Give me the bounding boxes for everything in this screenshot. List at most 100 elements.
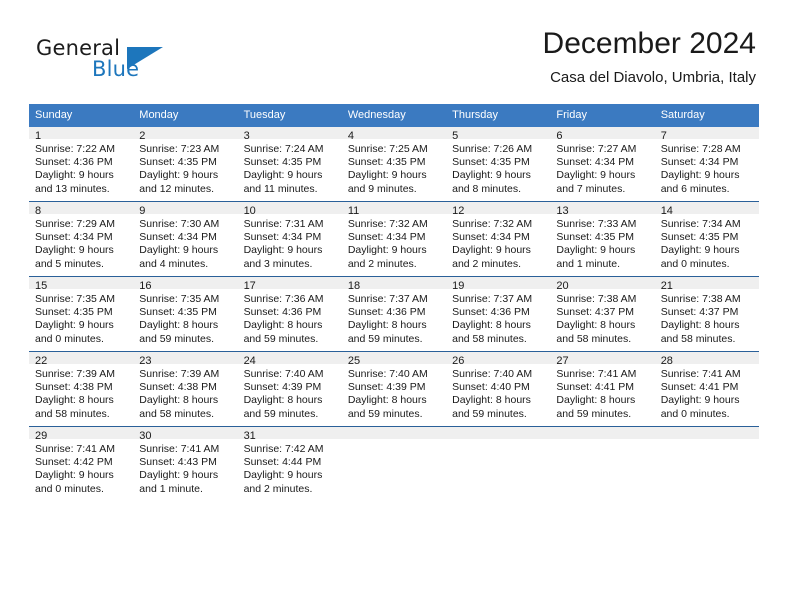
day-number: 18	[341, 277, 447, 292]
day-cell-content: 27 Sunrise: 7:41 AM Sunset: 4:41 PM Dayligh…	[550, 352, 655, 426]
day-number: 4	[341, 127, 447, 142]
daylight-line-2: and 58 minutes.	[35, 407, 110, 420]
day-number: 3	[237, 127, 342, 142]
sunrise-time: Sunrise: 7:34 AM	[660, 218, 741, 230]
daylight-line-2: and 5 minutes.	[35, 257, 104, 270]
generalblue-logo[interactable]: General Blue	[36, 36, 256, 86]
day-number: 10	[237, 202, 342, 217]
calendar-day-cell[interactable]: 21 Sunrise: 7:38 AM Sunset: 4:37 PM Dayligh…	[654, 276, 759, 352]
daylight-line-1: Daylight: 8 hours	[243, 319, 323, 332]
day-number: 13	[550, 202, 655, 217]
day-cell-content: 9 Sunrise: 7:30 AM Sunset: 4:34 PM Daylight…	[133, 202, 238, 276]
sunrise-time: Sunrise: 7:41 AM	[139, 443, 220, 455]
sunset-time: Sunset: 4:44 PM	[243, 456, 322, 469]
calendar-day-cell[interactable]: 11 Sunrise: 7:32 AM Sunset: 4:34 PM Dayligh…	[341, 201, 447, 277]
sunrise-time: Sunrise: 7:42 AM	[243, 443, 324, 455]
daylight-line-2: and 0 minutes.	[35, 482, 104, 495]
day-cell-content: 10 Sunrise: 7:31 AM Sunset: 4:34 PM Dayligh…	[237, 202, 342, 276]
sunset-time: Sunset: 4:34 PM	[347, 231, 426, 244]
daylight-line-2: and 8 minutes.	[452, 182, 522, 195]
calendar-day-cell[interactable]: 14 Sunrise: 7:34 AM Sunset: 4:35 PM Dayligh…	[654, 201, 759, 277]
day-cell-content: 6 Sunrise: 7:27 AM Sunset: 4:34 PM Daylight…	[550, 127, 655, 201]
calendar-day-cell[interactable]: 27 Sunrise: 7:41 AM Sunset: 4:41 PM Dayligh…	[550, 351, 655, 427]
day-cell-content: 26 Sunrise: 7:40 AM Sunset: 4:40 PM Dayligh…	[446, 352, 551, 426]
day-details: Sunrise: 7:40 AM Sunset: 4:39 PM Daylight:…	[342, 364, 446, 431]
sunrise-time: Sunrise: 7:37 AM	[452, 293, 533, 305]
daylight-line-2: and 13 minutes.	[35, 182, 110, 195]
weekday-header-wednesday: Wednesday	[341, 104, 447, 127]
day-details: Sunrise: 7:41 AM Sunset: 4:41 PM Daylight:…	[550, 364, 654, 431]
daylight-line-1: Daylight: 9 hours	[556, 169, 636, 182]
day-number: 1	[29, 127, 134, 142]
calendar-day-cell[interactable]: 26 Sunrise: 7:40 AM Sunset: 4:40 PM Dayligh…	[446, 351, 551, 427]
calendar-body: 1 Sunrise: 7:22 AM Sunset: 4:36 PM Daylight…	[29, 127, 759, 501]
day-number: 8	[29, 202, 134, 217]
calendar-day-cell[interactable]: 3 Sunrise: 7:24 AM Sunset: 4:35 PM Daylight…	[237, 127, 342, 202]
day-details: Sunrise: 7:27 AM Sunset: 4:34 PM Daylight:…	[550, 139, 654, 206]
daylight-line-2: and 59 minutes.	[556, 407, 632, 420]
daylight-line-1: Daylight: 9 hours	[243, 244, 323, 257]
calendar-day-cell[interactable]: 18 Sunrise: 7:37 AM Sunset: 4:36 PM Dayligh…	[341, 276, 447, 352]
day-details: Sunrise: 7:37 AM Sunset: 4:36 PM Daylight:…	[446, 289, 550, 356]
calendar-day-cell[interactable]: 30 Sunrise: 7:41 AM Sunset: 4:43 PM Dayligh…	[133, 426, 238, 501]
calendar-day-cell[interactable]: 16 Sunrise: 7:35 AM Sunset: 4:35 PM Dayligh…	[133, 276, 238, 352]
weekday-header-sunday: Sunday	[29, 104, 134, 127]
calendar-day-cell[interactable]: 1 Sunrise: 7:22 AM Sunset: 4:36 PM Daylight…	[29, 127, 134, 202]
calendar-day-cell[interactable]: 20 Sunrise: 7:38 AM Sunset: 4:37 PM Dayligh…	[550, 276, 655, 352]
day-cell-content: 24 Sunrise: 7:40 AM Sunset: 4:39 PM Dayligh…	[237, 352, 342, 426]
weekday-header-thursday: Thursday	[446, 104, 551, 127]
calendar-day-cell[interactable]: 12 Sunrise: 7:32 AM Sunset: 4:34 PM Dayligh…	[446, 201, 551, 277]
calendar-day-cell[interactable]: 10 Sunrise: 7:31 AM Sunset: 4:34 PM Dayligh…	[237, 201, 342, 277]
daylight-line-2: and 58 minutes.	[452, 332, 527, 345]
calendar-day-cell[interactable]: 4 Sunrise: 7:25 AM Sunset: 4:35 PM Daylight…	[341, 127, 447, 202]
day-number: 26	[446, 352, 551, 367]
calendar-week-row: 29 Sunrise: 7:41 AM Sunset: 4:42 PM Dayligh…	[29, 426, 759, 501]
calendar-day-cell[interactable]: 28 Sunrise: 7:41 AM Sunset: 4:41 PM Dayligh…	[654, 351, 759, 427]
day-number: 14	[654, 202, 759, 217]
calendar-day-cell[interactable]: 9 Sunrise: 7:30 AM Sunset: 4:34 PM Daylight…	[133, 201, 238, 277]
day-details: Sunrise: 7:26 AM Sunset: 4:35 PM Daylight:…	[446, 139, 550, 206]
day-details	[655, 439, 759, 453]
daylight-line-2: and 2 minutes.	[347, 257, 417, 270]
calendar-day-cell[interactable]: 31 Sunrise: 7:42 AM Sunset: 4:44 PM Dayligh…	[237, 426, 342, 501]
day-cell-content	[550, 427, 655, 501]
calendar-day-cell[interactable]: 24 Sunrise: 7:40 AM Sunset: 4:39 PM Dayligh…	[237, 351, 342, 427]
daylight-line-2: and 0 minutes.	[35, 332, 104, 345]
calendar-day-cell[interactable]: 22 Sunrise: 7:39 AM Sunset: 4:38 PM Dayligh…	[29, 351, 134, 427]
sunset-time: Sunset: 4:42 PM	[35, 456, 113, 469]
day-number: 28	[654, 352, 759, 367]
day-details: Sunrise: 7:39 AM Sunset: 4:38 PM Daylight:…	[133, 364, 237, 431]
calendar-day-cell[interactable]: 7 Sunrise: 7:28 AM Sunset: 4:34 PM Daylight…	[654, 127, 759, 202]
day-number: 21	[654, 277, 759, 292]
calendar-day-cell[interactable]: 8 Sunrise: 7:29 AM Sunset: 4:34 PM Daylight…	[29, 201, 134, 277]
day-cell-content: 15 Sunrise: 7:35 AM Sunset: 4:35 PM Dayligh…	[29, 277, 134, 351]
sunrise-time: Sunrise: 7:41 AM	[660, 368, 741, 380]
day-cell-content: 5 Sunrise: 7:26 AM Sunset: 4:35 PM Daylight…	[446, 127, 551, 201]
calendar-day-cell[interactable]: 2 Sunrise: 7:23 AM Sunset: 4:35 PM Daylight…	[133, 127, 238, 202]
sunrise-time: Sunrise: 7:32 AM	[347, 218, 428, 230]
calendar-day-cell[interactable]: 23 Sunrise: 7:39 AM Sunset: 4:38 PM Dayligh…	[133, 351, 238, 427]
calendar-day-cell-empty	[446, 426, 551, 501]
daylight-line-2: and 0 minutes.	[660, 407, 730, 420]
daylight-line-2: and 4 minutes.	[139, 257, 209, 270]
daylight-line-2: and 1 minute.	[139, 482, 203, 495]
daylight-line-1: Daylight: 9 hours	[452, 244, 531, 257]
calendar-day-cell[interactable]: 6 Sunrise: 7:27 AM Sunset: 4:34 PM Daylight…	[550, 127, 655, 202]
sunset-time: Sunset: 4:35 PM	[660, 231, 739, 244]
sunrise-time: Sunrise: 7:40 AM	[452, 368, 533, 380]
day-cell-content: 19 Sunrise: 7:37 AM Sunset: 4:36 PM Dayligh…	[446, 277, 551, 351]
sunrise-time: Sunrise: 7:29 AM	[35, 218, 115, 230]
calendar-day-cell[interactable]: 5 Sunrise: 7:26 AM Sunset: 4:35 PM Daylight…	[446, 127, 551, 202]
calendar-day-cell[interactable]: 15 Sunrise: 7:35 AM Sunset: 4:35 PM Dayligh…	[29, 276, 134, 352]
sunrise-time: Sunrise: 7:26 AM	[452, 143, 533, 155]
day-details: Sunrise: 7:32 AM Sunset: 4:34 PM Daylight:…	[342, 214, 446, 281]
calendar-day-cell[interactable]: 19 Sunrise: 7:37 AM Sunset: 4:36 PM Dayligh…	[446, 276, 551, 352]
calendar-day-cell[interactable]: 25 Sunrise: 7:40 AM Sunset: 4:39 PM Dayligh…	[341, 351, 447, 427]
calendar-table: Sunday Monday Tuesday Wednesday Thursday…	[29, 104, 759, 501]
sunrise-time: Sunrise: 7:39 AM	[35, 368, 115, 380]
day-details: Sunrise: 7:29 AM Sunset: 4:34 PM Daylight:…	[29, 214, 133, 281]
calendar-day-cell[interactable]: 17 Sunrise: 7:36 AM Sunset: 4:36 PM Dayligh…	[237, 276, 342, 352]
calendar-day-cell[interactable]: 13 Sunrise: 7:33 AM Sunset: 4:35 PM Dayligh…	[550, 201, 655, 277]
calendar-day-cell[interactable]: 29 Sunrise: 7:41 AM Sunset: 4:42 PM Dayligh…	[29, 426, 134, 501]
daylight-line-1: Daylight: 9 hours	[139, 244, 219, 257]
